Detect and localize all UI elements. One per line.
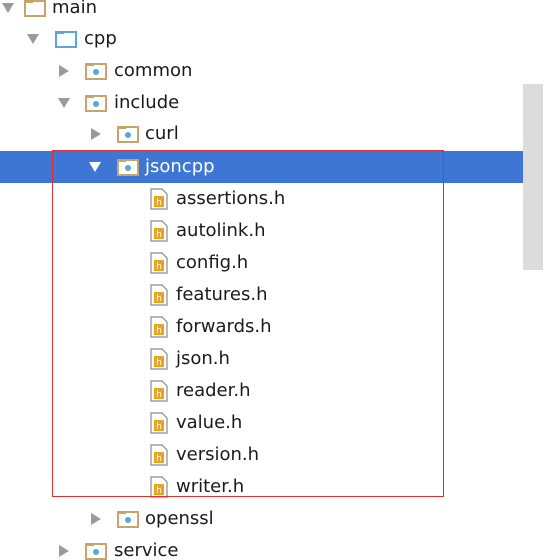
triangle-down-icon[interactable] bbox=[56, 87, 72, 119]
tree-item-label: assertions.h bbox=[176, 188, 286, 209]
tree-item-file[interactable]: h json.h bbox=[0, 343, 543, 375]
tree-item-file[interactable]: h version.h bbox=[0, 439, 543, 471]
tree-item-label: autolink.h bbox=[176, 220, 266, 241]
tree-item-file[interactable]: h reader.h bbox=[0, 375, 543, 407]
header-file-icon: h bbox=[148, 471, 170, 503]
source-folder-icon bbox=[55, 23, 77, 55]
scrollbar-thumb[interactable] bbox=[523, 84, 543, 270]
header-file-icon: h bbox=[148, 247, 170, 279]
package-folder-icon bbox=[117, 151, 139, 183]
svg-text:h: h bbox=[156, 230, 162, 240]
tree-item-curl[interactable]: curl bbox=[0, 118, 543, 150]
tree-item-file[interactable]: h config.h bbox=[0, 247, 543, 279]
header-file-icon: h bbox=[148, 407, 170, 439]
svg-text:h: h bbox=[156, 422, 162, 432]
header-file-icon: h bbox=[148, 279, 170, 311]
tree-item-service[interactable]: service bbox=[0, 535, 543, 560]
tree-item-file[interactable]: h autolink.h bbox=[0, 215, 543, 247]
tree-item-label: service bbox=[114, 540, 179, 560]
header-file-icon: h bbox=[148, 375, 170, 407]
triangle-right-icon[interactable] bbox=[88, 503, 104, 535]
tree-item-label: writer.h bbox=[176, 476, 245, 497]
tree-item-file[interactable]: h value.h bbox=[0, 407, 543, 439]
tree-item-label: reader.h bbox=[176, 380, 251, 401]
triangle-right-icon[interactable] bbox=[56, 55, 72, 87]
svg-text:h: h bbox=[156, 294, 162, 304]
tree-item-common[interactable]: common bbox=[0, 55, 543, 87]
svg-text:h: h bbox=[156, 326, 162, 336]
project-tree: main cpp common include curl jsoncpp h a… bbox=[0, 0, 543, 560]
tree-item-openssl[interactable]: openssl bbox=[0, 503, 543, 535]
tree-item-label: common bbox=[114, 60, 193, 81]
tree-item-label: curl bbox=[145, 123, 179, 144]
svg-text:h: h bbox=[156, 454, 162, 464]
svg-text:h: h bbox=[156, 198, 162, 208]
triangle-down-icon[interactable] bbox=[25, 23, 41, 55]
tree-item-label: cpp bbox=[84, 28, 117, 49]
triangle-down-icon[interactable] bbox=[87, 151, 103, 183]
tree-item-include[interactable]: include bbox=[0, 87, 543, 119]
tree-item-label: forwards.h bbox=[176, 316, 272, 337]
tree-item-label: main bbox=[52, 0, 97, 18]
tree-item-file[interactable]: h features.h bbox=[0, 279, 543, 311]
tree-item-label: value.h bbox=[176, 412, 243, 433]
folder-icon bbox=[24, 0, 46, 24]
tree-item-cpp[interactable]: cpp bbox=[0, 23, 543, 55]
triangle-right-icon[interactable] bbox=[56, 535, 72, 560]
package-folder-icon bbox=[117, 503, 139, 535]
tree-item-jsoncpp[interactable]: jsoncpp bbox=[0, 151, 543, 183]
svg-text:h: h bbox=[156, 358, 162, 368]
tree-item-file[interactable]: h assertions.h bbox=[0, 183, 543, 215]
tree-item-file[interactable]: h forwards.h bbox=[0, 311, 543, 343]
tree-item-label: jsoncpp bbox=[145, 156, 215, 177]
tree-item-label: json.h bbox=[176, 348, 230, 369]
svg-text:h: h bbox=[156, 486, 162, 496]
tree-item-label: version.h bbox=[176, 444, 260, 465]
triangle-right-icon[interactable] bbox=[88, 118, 104, 150]
header-file-icon: h bbox=[148, 311, 170, 343]
tree-item-main[interactable]: main bbox=[0, 0, 543, 24]
header-file-icon: h bbox=[148, 183, 170, 215]
header-file-icon: h bbox=[148, 439, 170, 471]
svg-text:h: h bbox=[156, 390, 162, 400]
header-file-icon: h bbox=[148, 343, 170, 375]
package-folder-icon bbox=[85, 55, 107, 87]
header-file-icon: h bbox=[148, 215, 170, 247]
triangle-down-icon[interactable] bbox=[0, 0, 16, 24]
package-folder-icon bbox=[117, 118, 139, 150]
package-folder-icon bbox=[85, 87, 107, 119]
tree-item-label: include bbox=[114, 92, 180, 113]
tree-item-file[interactable]: h writer.h bbox=[0, 471, 543, 503]
svg-text:h: h bbox=[156, 262, 162, 272]
tree-item-label: openssl bbox=[145, 508, 214, 529]
tree-item-label: config.h bbox=[176, 252, 249, 273]
package-folder-icon bbox=[85, 535, 107, 560]
tree-item-label: features.h bbox=[176, 284, 268, 305]
